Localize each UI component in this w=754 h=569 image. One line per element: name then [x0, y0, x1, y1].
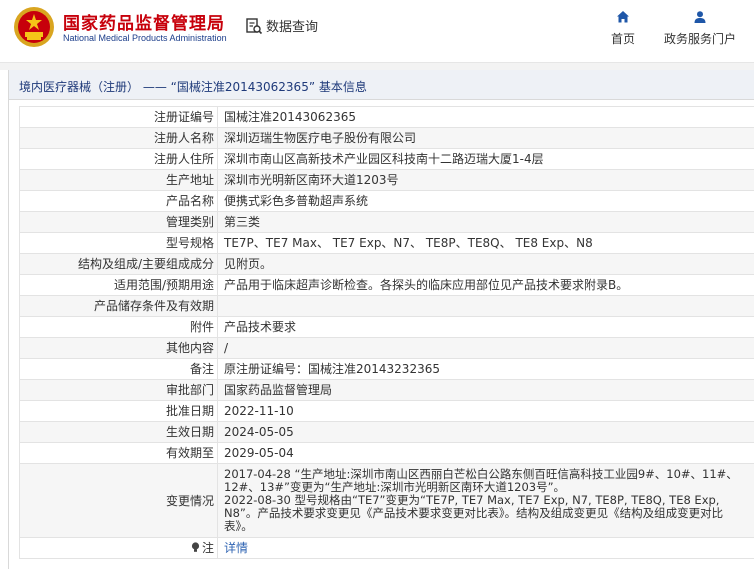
- user-icon: [694, 11, 706, 23]
- nav-service-portal[interactable]: 政务服务门户: [660, 10, 740, 47]
- row-label: 型号规格: [19, 232, 218, 254]
- nav-service-label: 政务服务门户: [663, 32, 736, 46]
- panel-header: 境内医疗器械（注册） —— “国械注准20143062365” 基本信息: [9, 70, 754, 100]
- row-label: 其他内容: [19, 337, 218, 359]
- table-row: 附件 产品技术要求: [19, 316, 754, 338]
- nav-home[interactable]: 首页: [608, 10, 638, 47]
- row-value: 见附页。: [217, 253, 754, 275]
- row-label: 批准日期: [19, 400, 218, 422]
- row-value: 2024-05-05: [217, 421, 754, 443]
- table-row: 审批部门 国家药品监督管理局: [19, 379, 754, 401]
- nav-home-label: 首页: [610, 32, 635, 46]
- table-row: 生效日期 2024-05-05: [19, 421, 754, 443]
- row-label: 生产地址: [19, 169, 218, 191]
- row-value: 深圳市光明新区南环大道1203号: [217, 169, 754, 191]
- row-value: 便携式彩色多普勒超声系统: [217, 190, 754, 212]
- panel-title: 境内医疗器械（注册） —— “国械注准20143062365” 基本信息: [19, 80, 367, 94]
- table-row: 型号规格 TE7P、TE7 Max、 TE7 Exp、N7、 TE8P、TE8Q…: [19, 232, 754, 254]
- note-label: 注: [201, 541, 214, 555]
- row-value: 产品技术要求: [217, 316, 754, 338]
- data-query-label: 数据查询: [266, 20, 319, 35]
- row-label: 结构及组成/主要组成成分: [19, 253, 218, 275]
- row-label: 注册人住所: [19, 148, 218, 170]
- row-value: 原注册证编号：国械注准20143232365: [217, 358, 754, 380]
- row-value: /: [217, 337, 754, 359]
- table-row: 结构及组成/主要组成成分 见附页。: [19, 253, 754, 275]
- row-value: 深圳市南山区高新技术产业园区科技南十二路迈瑞大厦1-4层: [217, 148, 754, 170]
- row-label: 审批部门: [19, 379, 218, 401]
- table-row: 注册人住所 深圳市南山区高新技术产业园区科技南十二路迈瑞大厦1-4层: [19, 148, 754, 170]
- header-divider: [0, 62, 754, 70]
- table-row: 适用范围/预期用途 产品用于临床超声诊断检查。各探头的临床应用部位见产品技术要求…: [19, 274, 754, 296]
- row-label: 管理类别: [19, 211, 218, 233]
- change-entry: 2017-04-28 “生产地址:深圳市南山区西丽白芒松白公路东侧百旺信高科技工…: [224, 467, 738, 494]
- table-row: 批准日期 2022-11-10: [19, 400, 754, 422]
- table-row: 变更情况 2017-04-28 “生产地址:深圳市南山区西丽白芒松白公路东侧百旺…: [19, 463, 754, 538]
- row-value: 产品用于临床超声诊断检查。各探头的临床应用部位见产品技术要求附录B。: [217, 274, 754, 296]
- site-header: 国家药品监督管理局 National Medical Products Admi…: [0, 0, 754, 66]
- note-label-cell: 注: [19, 537, 218, 559]
- table-row: 产品名称 便携式彩色多普勒超声系统: [19, 190, 754, 212]
- row-label: 变更情况: [19, 463, 218, 538]
- row-value: 国械注准20143062365: [217, 106, 754, 128]
- table-row: 有效期至 2029-05-04: [19, 442, 754, 464]
- change-history: 2017-04-28 “生产地址:深圳市南山区西丽白芒松白公路东侧百旺信高科技工…: [217, 463, 754, 538]
- row-label: 适用范围/预期用途: [19, 274, 218, 296]
- table-row: 备注 原注册证编号：国械注准20143232365: [19, 358, 754, 380]
- table-row: 注册证编号 国械注准20143062365: [19, 106, 754, 128]
- row-value: 国家药品监督管理局: [217, 379, 754, 401]
- lightbulb-icon: [191, 542, 200, 552]
- detail-panel: 境内医疗器械（注册） —— “国械注准20143062365” 基本信息 注册证…: [8, 70, 754, 569]
- row-label: 产品名称: [19, 190, 218, 212]
- details-link[interactable]: 详情: [217, 537, 754, 559]
- table-row: 其他内容 /: [19, 337, 754, 359]
- home-icon: [617, 11, 629, 23]
- row-label: 有效期至: [19, 442, 218, 464]
- row-value: TE7P、TE7 Max、 TE7 Exp、N7、 TE8P、TE8Q、 TE8…: [217, 232, 754, 254]
- table-row: 注 详情: [19, 537, 754, 559]
- row-label: 生效日期: [19, 421, 218, 443]
- change-entry: 2022-08-30 型号规格由“TE7”变更为“TE7P, TE7 Max, …: [224, 493, 724, 533]
- table-row: 生产地址 深圳市光明新区南环大道1203号: [19, 169, 754, 191]
- national-emblem-icon[interactable]: [13, 6, 55, 48]
- row-value: 深圳迈瑞生物医疗电子股份有限公司: [217, 127, 754, 149]
- row-value: 2022-11-10: [217, 400, 754, 422]
- table-row: 注册人名称 深圳迈瑞生物医疗电子股份有限公司: [19, 127, 754, 149]
- row-label: 注册人名称: [19, 127, 218, 149]
- document-search-icon: [246, 17, 263, 34]
- row-value: 第三类: [217, 211, 754, 233]
- row-label: 备注: [19, 358, 218, 380]
- info-table: 注册证编号 国械注准20143062365 注册人名称 深圳迈瑞生物医疗电子股份…: [19, 106, 754, 559]
- data-query-link[interactable]: 数据查询: [245, 16, 318, 35]
- table-row: 管理类别 第三类: [19, 211, 754, 233]
- table-row: 产品储存条件及有效期: [19, 295, 754, 317]
- row-label: 附件: [19, 316, 218, 338]
- row-value: 2029-05-04: [217, 442, 754, 464]
- row-label: 注册证编号: [19, 106, 218, 128]
- brand-subtitle: National Medical Products Administration: [63, 33, 227, 43]
- row-value: [217, 295, 754, 317]
- row-label: 产品储存条件及有效期: [19, 295, 218, 317]
- brand-title: 国家药品监督管理局: [63, 14, 225, 34]
